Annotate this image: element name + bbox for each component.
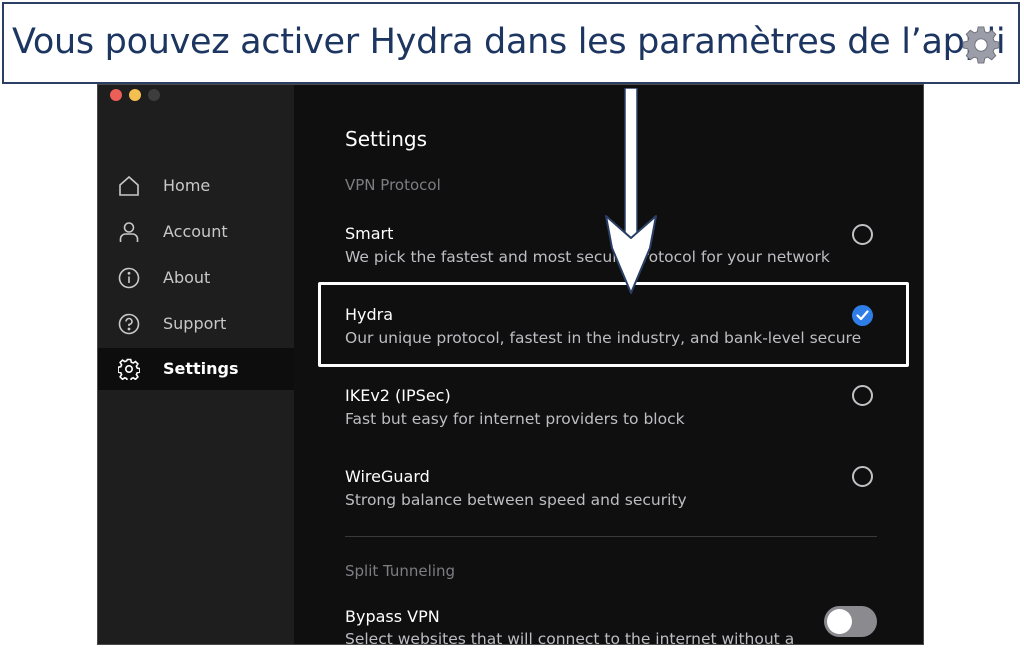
sidebar-item-home[interactable]: Home bbox=[98, 165, 294, 207]
option-title-wireguard: WireGuard bbox=[345, 467, 430, 486]
gear-icon bbox=[118, 358, 140, 380]
annotation-banner: Vous pouvez activer Hydra dans les param… bbox=[2, 2, 1020, 84]
option-desc-bypass-vpn: Select websites that will connect to the… bbox=[345, 630, 795, 645]
gear-icon bbox=[962, 26, 1000, 64]
option-desc-smart: We pick the fastest and most secure prot… bbox=[345, 248, 830, 266]
divider bbox=[345, 536, 877, 537]
home-icon bbox=[119, 175, 139, 196]
zoom-window-button[interactable] bbox=[148, 89, 160, 101]
help-icon bbox=[118, 313, 140, 335]
page-title: Settings bbox=[345, 127, 428, 151]
option-desc-ikev2: Fast but easy for internet providers to … bbox=[345, 410, 685, 428]
sidebar-item-label: Support bbox=[163, 314, 227, 333]
sidebar-item-support[interactable]: Support bbox=[98, 303, 294, 345]
option-title-smart: Smart bbox=[345, 224, 394, 243]
radio-smart[interactable] bbox=[852, 224, 873, 245]
option-title-bypass-vpn: Bypass VPN bbox=[345, 607, 440, 626]
radio-wireguard[interactable] bbox=[852, 466, 873, 487]
sidebar-item-account[interactable]: Account bbox=[98, 211, 294, 253]
info-icon bbox=[118, 267, 140, 289]
sidebar-item-settings[interactable]: Settings bbox=[98, 348, 294, 390]
sidebar-item-label: Account bbox=[163, 222, 228, 241]
section-label-vpn-protocol: VPN Protocol bbox=[345, 176, 441, 194]
option-title-ikev2: IKEv2 (IPSec) bbox=[345, 386, 451, 405]
sidebar-item-label: Home bbox=[163, 176, 211, 195]
arrow-down-icon bbox=[605, 88, 657, 294]
close-window-button[interactable] bbox=[110, 89, 122, 101]
option-desc-wireguard: Strong balance between speed and securit… bbox=[345, 491, 687, 509]
sidebar: Home Account About Support Settings bbox=[98, 85, 294, 644]
radio-ikev2[interactable] bbox=[852, 385, 873, 406]
toggle-knob bbox=[827, 609, 852, 634]
bypass-vpn-toggle[interactable] bbox=[824, 606, 877, 637]
sidebar-item-label: About bbox=[163, 268, 211, 287]
section-label-split-tunneling: Split Tunneling bbox=[345, 562, 456, 580]
user-icon bbox=[119, 222, 139, 242]
sidebar-item-about[interactable]: About bbox=[98, 257, 294, 299]
banner-text: Vous pouvez activer Hydra dans les param… bbox=[12, 22, 1006, 62]
sidebar-item-label: Settings bbox=[163, 359, 239, 378]
minimize-window-button[interactable] bbox=[129, 89, 141, 101]
